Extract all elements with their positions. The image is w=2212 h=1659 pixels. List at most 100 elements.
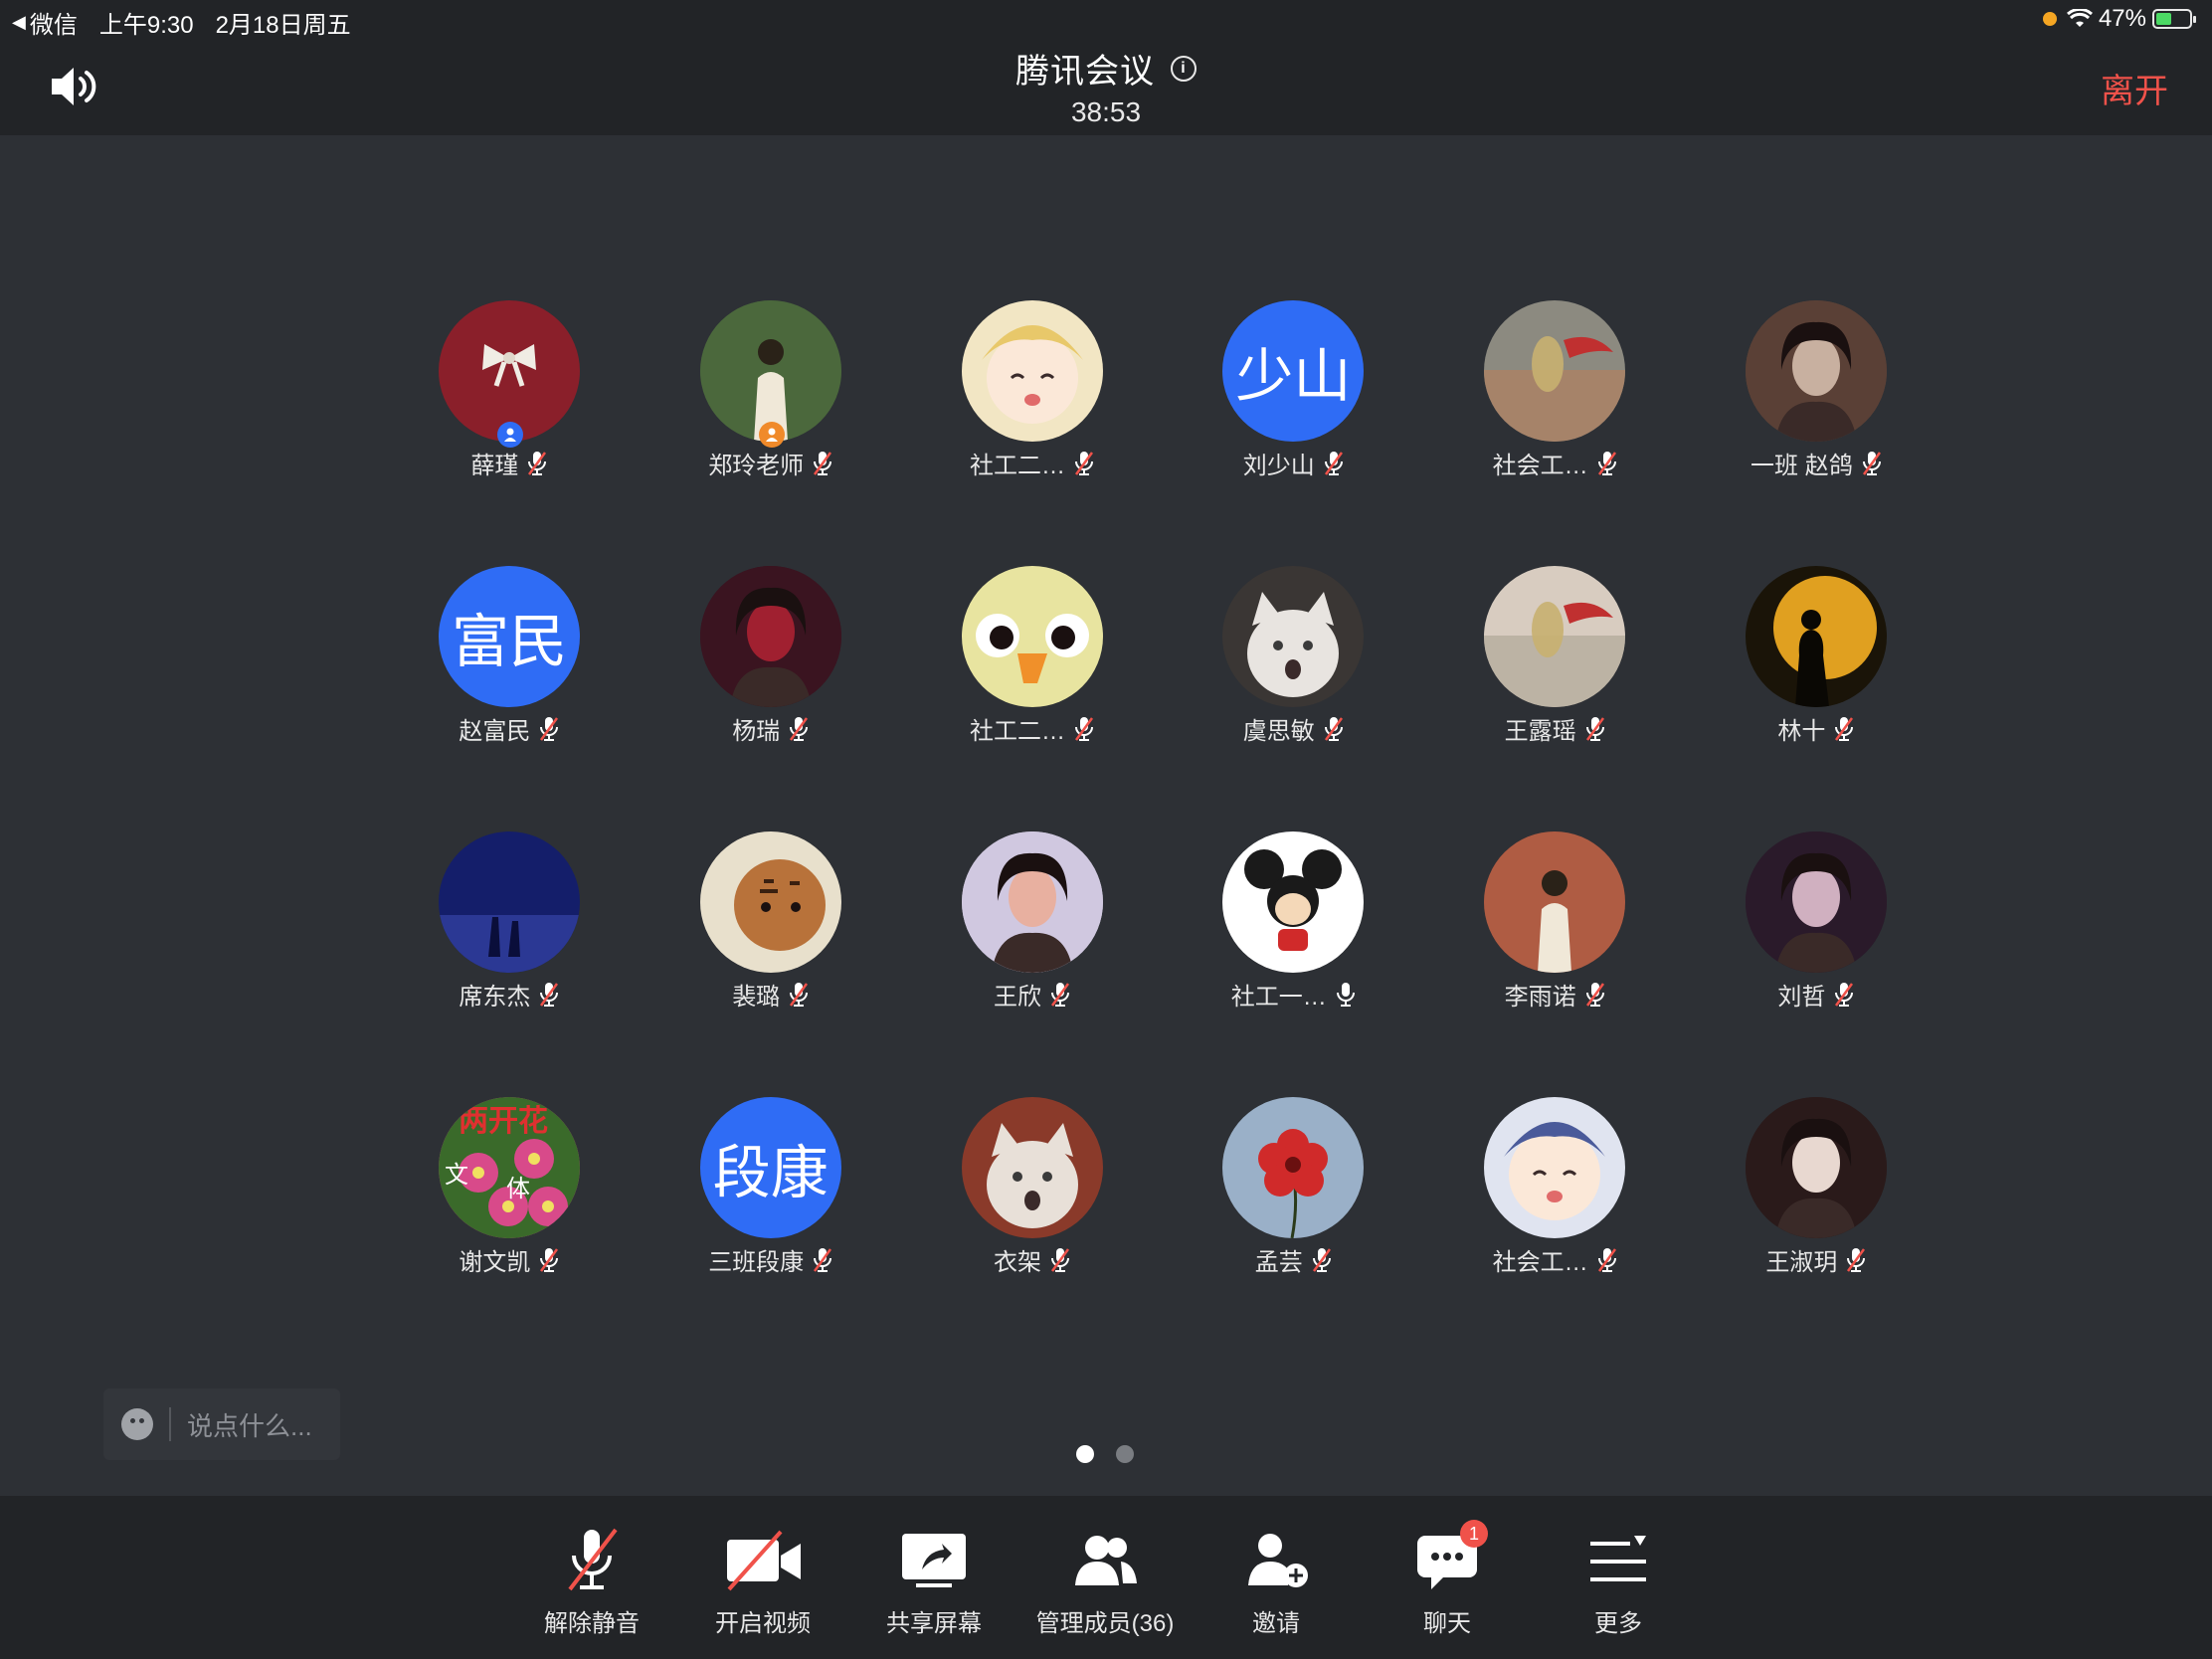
- toolbar-button[interactable]: 更多: [1549, 1526, 1688, 1638]
- participant-tile[interactable]: 郑玲老师: [641, 298, 902, 564]
- participant-name: 郑玲老师: [708, 453, 805, 479]
- mic-muted-icon: [1050, 1247, 1069, 1272]
- title-area: 腾讯会议 i 38:53: [0, 40, 2212, 128]
- info-icon[interactable]: i: [1171, 55, 1197, 82]
- avatar-image: [1484, 1097, 1626, 1238]
- participant-name-row: 薛瑾: [379, 446, 641, 480]
- avatar: [961, 831, 1103, 973]
- participant-tile[interactable]: 段康 三班段康: [641, 1095, 902, 1361]
- avatar-initials: 段康: [712, 1141, 829, 1205]
- leave-button[interactable]: 离开: [2101, 64, 2168, 112]
- participant-name: 刘少山: [1242, 453, 1315, 479]
- avatar-image: [439, 831, 580, 973]
- more-icon: [1590, 1536, 1646, 1581]
- avatar: [699, 300, 841, 442]
- participant-name: 社会工…: [1492, 1249, 1588, 1276]
- back-arrow-icon[interactable]: ◀: [12, 12, 26, 33]
- avatar-image: [1222, 1097, 1365, 1238]
- page-indicator[interactable]: [1076, 1445, 1156, 1463]
- avatar-caption: 两开花: [459, 1104, 548, 1139]
- status-date: 2月18日周五: [215, 12, 351, 39]
- participant-name: 王露瑶: [1504, 718, 1576, 745]
- mic-muted-icon: [1312, 1247, 1331, 1272]
- toolbar-button[interactable]: 解除静音: [522, 1526, 661, 1638]
- mic-muted-icon: [1074, 451, 1093, 475]
- participant-name: 孟芸: [1254, 1249, 1303, 1276]
- avatar: [1484, 300, 1626, 442]
- avatar: [439, 300, 580, 442]
- toolbar-button[interactable]: 开启视频: [693, 1526, 832, 1638]
- bottom-toolbar: 解除静音 开启视频 共享屏幕 管理成员(36) 邀请 1 聊天 更多: [0, 1496, 2212, 1659]
- invite-icon: [1248, 1534, 1308, 1587]
- toolbar-button[interactable]: 管理成员(36): [1035, 1526, 1175, 1638]
- participant-tile[interactable]: 两开花文体谢文凯: [379, 1095, 641, 1361]
- participant-name: 虞思敏: [1242, 718, 1315, 745]
- participant-name: 裴璐: [732, 984, 781, 1011]
- toolbar-label: 更多: [1594, 1610, 1642, 1637]
- participant-tile[interactable]: 裴璐: [641, 830, 902, 1095]
- toolbar-button[interactable]: 共享屏幕: [864, 1526, 1004, 1638]
- mic-muted-icon: [814, 451, 832, 475]
- participant-name-row: 王淑玥: [1686, 1242, 1947, 1277]
- participant-tile[interactable]: 杨瑞: [641, 564, 902, 830]
- unread-badge: 1: [1460, 1520, 1488, 1548]
- emoji-icon[interactable]: [121, 1408, 153, 1440]
- participant-tile[interactable]: 富民赵富民: [379, 564, 641, 830]
- participant-tile[interactable]: 虞思敏: [1163, 564, 1424, 830]
- avatar: 富民: [439, 566, 580, 707]
- participant-name-row: 衣架: [902, 1242, 1164, 1277]
- participant-name-row: 杨瑞: [641, 711, 902, 746]
- avatar: 两开花文体: [439, 1097, 580, 1238]
- participant-tile[interactable]: 席东杰: [379, 830, 641, 1095]
- participant-tile[interactable]: 王露瑶: [1424, 564, 1686, 830]
- mic-muted-icon: [1835, 716, 1854, 741]
- participant-name: 赵富民: [459, 718, 531, 745]
- host-badge-icon: [497, 422, 523, 448]
- participant-name-row: 赵富民: [379, 711, 641, 746]
- toolbar-label: 共享屏幕: [886, 1610, 982, 1637]
- participant-name-row: 郑玲老师: [641, 446, 902, 480]
- avatar-image: [1484, 831, 1626, 973]
- back-app-label[interactable]: 微信: [30, 5, 78, 40]
- toolbar-button[interactable]: 1 聊天: [1378, 1520, 1517, 1638]
- avatar: [961, 566, 1103, 707]
- avatar-image: [961, 566, 1103, 707]
- avatar: [1745, 831, 1887, 973]
- participant-name: 席东杰: [459, 984, 531, 1011]
- page-dot[interactable]: [1076, 1445, 1094, 1463]
- participant-tile[interactable]: 社会工…: [1424, 1095, 1686, 1361]
- participant-name-row: 刘少山: [1163, 446, 1424, 480]
- participant-tile[interactable]: 社工二…: [902, 298, 1164, 564]
- mic-muted-icon: [540, 1247, 559, 1272]
- avatar-caption: 体: [506, 1175, 530, 1202]
- participant-tile[interactable]: 少山 刘少山: [1163, 298, 1424, 564]
- participant-tile[interactable]: 王欣: [902, 830, 1164, 1095]
- participant-name: 衣架: [993, 1249, 1041, 1276]
- participant-name-row: 社工二…: [902, 711, 1164, 746]
- toolbar-button[interactable]: 邀请: [1206, 1526, 1346, 1638]
- participant-tile[interactable]: 社工二…: [902, 564, 1164, 830]
- participant-tile[interactable]: 社工一…: [1163, 830, 1424, 1095]
- participant-tile[interactable]: 一班 赵鸽: [1686, 298, 1947, 564]
- participant-tile[interactable]: 王淑玥: [1686, 1095, 1947, 1361]
- participant-tile[interactable]: 衣架: [902, 1095, 1164, 1361]
- participant-tile[interactable]: 社会工…: [1424, 298, 1686, 564]
- status-bar: ◀ 微信 上午9:30 2月18日周五 47%: [0, 0, 2212, 40]
- avatar: [1484, 1097, 1626, 1238]
- page-dot[interactable]: [1116, 1445, 1134, 1463]
- participant-name-row: 虞思敏: [1163, 711, 1424, 746]
- avatar-image: [1484, 300, 1626, 442]
- participant-tile[interactable]: 孟芸: [1163, 1095, 1424, 1361]
- participant-tile[interactable]: 林十: [1686, 564, 1947, 830]
- participant-tile[interactable]: 李雨诺: [1424, 830, 1686, 1095]
- avatar: 段康: [699, 1097, 841, 1238]
- mic-muted-icon: [1847, 1247, 1866, 1272]
- participant-tile[interactable]: 薛瑾: [379, 298, 641, 564]
- participant-tile[interactable]: 刘哲: [1686, 830, 1947, 1095]
- avatar-caption: 文: [445, 1161, 468, 1189]
- participant-name-row: 社会工…: [1424, 446, 1686, 480]
- mic-muted-icon: [1862, 451, 1881, 475]
- chat-input[interactable]: 说点什么...: [103, 1388, 340, 1460]
- mic-muted-icon: [1050, 982, 1069, 1007]
- meeting-title[interactable]: 腾讯会议: [1015, 44, 1155, 92]
